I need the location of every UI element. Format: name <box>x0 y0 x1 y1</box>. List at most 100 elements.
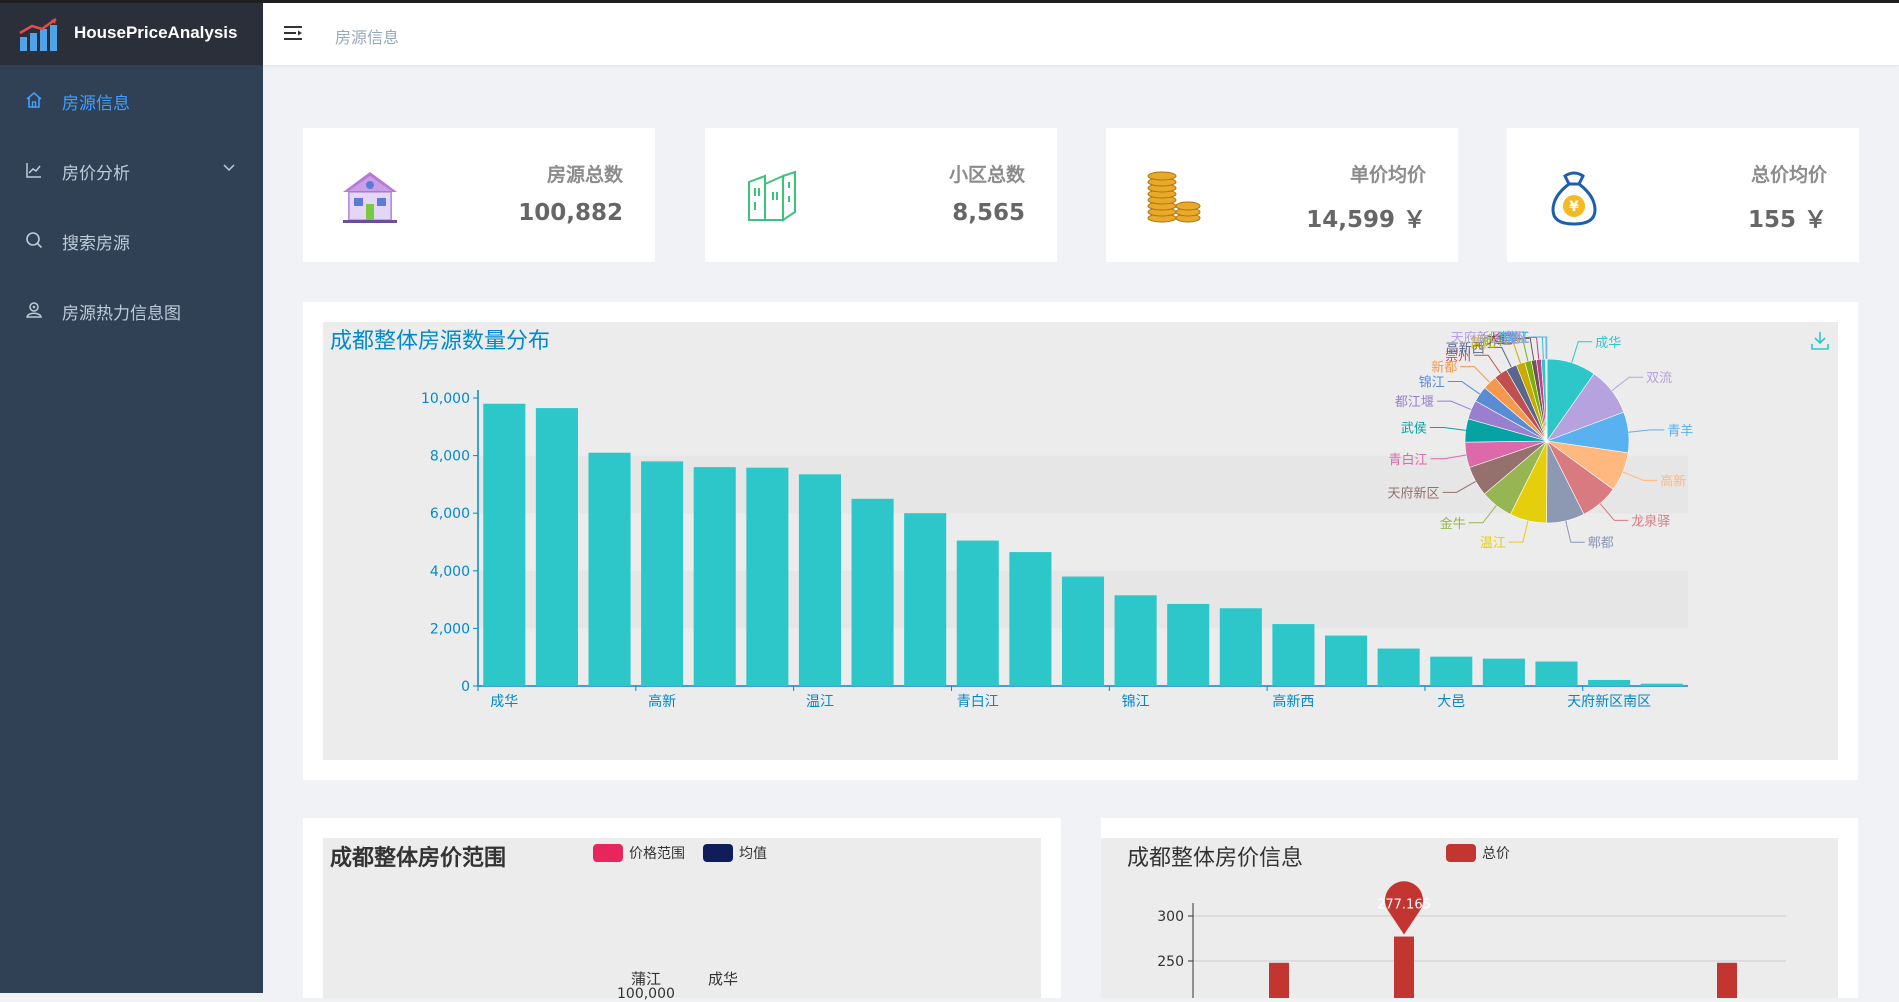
pie-label: 天府新区 <box>1388 485 1440 501</box>
search-icon <box>24 230 44 250</box>
bar <box>904 513 946 686</box>
pie-label: 龙泉驿 <box>1631 513 1670 529</box>
pie-label: 郫都 <box>1588 535 1614 551</box>
bar <box>483 404 525 686</box>
bar <box>1483 659 1525 686</box>
x-tick-label: 高新西 <box>1272 693 1314 710</box>
building-icon <box>741 166 803 228</box>
bar <box>1325 636 1367 686</box>
user-location-icon <box>24 300 44 320</box>
y-tick-label: 2,000 <box>430 621 470 637</box>
bar <box>1009 552 1051 686</box>
price-range-title: 成都整体房价范围 <box>330 840 506 872</box>
line-chart-icon <box>24 160 44 180</box>
bar <box>1430 657 1472 686</box>
legend-swatch <box>593 844 623 862</box>
axis-tick-label: 100,000 <box>617 986 675 1002</box>
bar-chart-logo-icon <box>18 17 60 53</box>
price-range-card: 成都整体房价范围 价格范围 均值 蒲江 成华 100,000 <box>303 818 1061 998</box>
pie-label: 青羊 <box>1667 423 1693 439</box>
bar <box>746 468 788 686</box>
sidebar: HousePriceAnalysis 房源信息 房价分析 搜索房源 房源热力信息… <box>0 3 263 993</box>
app-name: HousePriceAnalysis <box>74 23 237 43</box>
y-tick-label: 6,000 <box>430 506 470 522</box>
sidebar-item-price-analysis[interactable]: 房价分析 <box>0 135 263 205</box>
pie-label: 温江 <box>1480 536 1506 551</box>
distribution-chart: 02,0004,0006,0008,00010,000成华高新温江青白江锦江高新… <box>323 322 1838 760</box>
stat-value: 8,565 <box>952 200 1025 226</box>
price-info-chart-panel: 成都整体房价信息 总价 300250277.165 <box>1101 838 1838 998</box>
brand[interactable]: HousePriceAnalysis <box>0 3 263 65</box>
legend-swatch <box>703 844 733 862</box>
svg-text:¥: ¥ <box>1569 199 1579 215</box>
pie-label-line <box>1572 342 1593 363</box>
pie-label: 双流 <box>1646 371 1672 386</box>
chevron-down-icon <box>222 161 236 175</box>
bar <box>588 453 630 686</box>
bar <box>1167 604 1209 686</box>
pie-label: 高新 <box>1660 473 1686 489</box>
bar <box>799 474 841 686</box>
breadcrumb[interactable]: 房源信息 <box>335 24 399 48</box>
pie-label-line <box>1533 337 1547 359</box>
pie-label: 武侯 <box>1401 422 1427 437</box>
stat-card-total-communities: 小区总数 8,565 <box>705 128 1057 262</box>
bar <box>1641 684 1683 686</box>
pie-label: 都江堰 <box>1395 395 1434 410</box>
pie-label: 青白江 <box>1389 452 1428 468</box>
x-tick-label: 大邑 <box>1437 694 1465 710</box>
stat-label: 单价均价 <box>1350 160 1426 187</box>
legend-label: 均值 <box>739 843 767 863</box>
pie-label: 蒲江 <box>1504 331 1530 346</box>
pie-label-line <box>1460 367 1489 383</box>
x-tick-label: 温江 <box>806 694 834 710</box>
sidebar-item-label: 房源热力信息图 <box>62 299 181 324</box>
bar <box>1588 680 1630 686</box>
price-info-card: 成都整体房价信息 总价 300250277.165 <box>1101 818 1858 998</box>
money-bag-icon: ¥ <box>1543 166 1605 228</box>
bar <box>1272 624 1314 686</box>
legend-mean[interactable]: 均值 <box>703 843 767 863</box>
sidebar-item-label: 搜索房源 <box>62 229 130 254</box>
bar <box>536 408 578 686</box>
y-tick-label: 0 <box>461 679 470 695</box>
bar <box>1220 608 1262 686</box>
x-tick-label: 天府新区南区 <box>1567 694 1651 710</box>
x-tick-label: 成华 <box>490 694 518 710</box>
bar <box>1062 577 1104 686</box>
y-tick-label: 300 <box>1157 909 1184 925</box>
stat-label: 房源总数 <box>547 160 623 187</box>
bar <box>957 541 999 686</box>
bar <box>641 461 683 686</box>
distribution-card: 成都整体房源数量分布 02,0004,0006,0008,00010,000成华… <box>303 302 1858 780</box>
x-tick-label: 锦江 <box>1122 693 1150 710</box>
bar <box>1378 649 1420 686</box>
x-tick-label: 青白江 <box>957 694 999 710</box>
y-tick-label: 8,000 <box>430 449 470 465</box>
pie-label-line <box>1612 377 1643 390</box>
stat-value: 14,599 ￥ <box>1306 200 1426 234</box>
max-marker-label: 277.165 <box>1377 898 1431 913</box>
sidebar-item-label: 房价分析 <box>62 159 130 184</box>
bar <box>852 499 894 686</box>
sidebar-item-search-house[interactable]: 搜索房源 <box>0 205 263 275</box>
pie-label: 金牛 <box>1440 516 1466 532</box>
distribution-chart-panel: 成都整体房源数量分布 02,0004,0006,0008,00010,000成华… <box>323 322 1838 760</box>
stat-value: 100,882 <box>518 200 623 226</box>
sidebar-item-house-info[interactable]: 房源信息 <box>0 65 263 135</box>
bar <box>1394 937 1414 998</box>
stat-card-avg-total-price: ¥ 总价均价 155 ￥ <box>1507 128 1859 262</box>
legend-price-range[interactable]: 价格范围 <box>593 843 685 863</box>
stat-value: 155 ￥ <box>1748 200 1827 234</box>
price-range-chart-panel: 成都整体房价范围 价格范围 均值 蒲江 成华 100,000 <box>323 838 1041 998</box>
pie-label: 锦江 <box>1419 375 1445 390</box>
category-label: 成华 <box>708 968 738 989</box>
stat-label: 总价均价 <box>1751 160 1827 187</box>
coins-icon <box>1142 166 1204 228</box>
sidebar-item-heatmap[interactable]: 房源热力信息图 <box>0 275 263 345</box>
hamburger-icon[interactable] <box>283 23 305 43</box>
pie-label-line <box>1448 381 1480 394</box>
navbar: 房源信息 <box>263 3 1899 65</box>
sidebar-item-label: 房源信息 <box>62 89 130 114</box>
pie-label: 成华 <box>1595 336 1621 351</box>
